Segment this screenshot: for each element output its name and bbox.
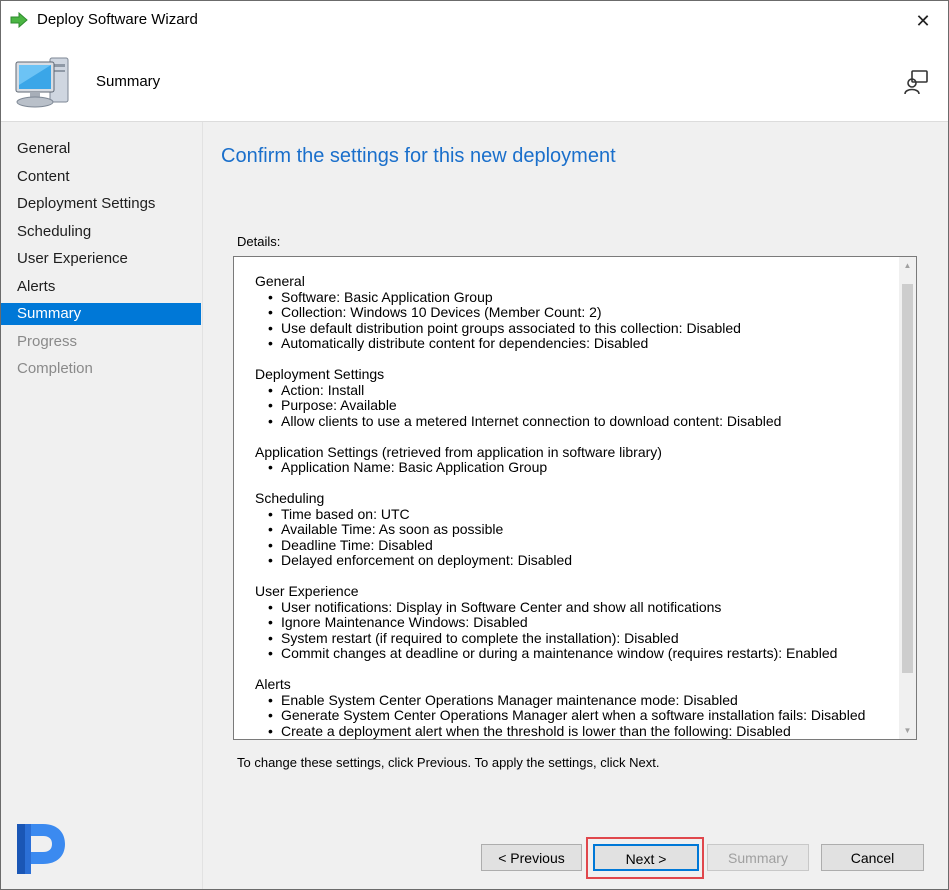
window-title: Deploy Software Wizard	[37, 11, 198, 28]
page-heading: Confirm the settings for this new deploy…	[221, 145, 616, 167]
section-title: General	[255, 273, 305, 289]
detail-item: Purpose: Available	[268, 397, 895, 414]
detail-item: Deadline Time: Disabled	[268, 537, 895, 554]
details-label: Details:	[237, 234, 281, 249]
scroll-down-icon[interactable]: ▼	[899, 722, 916, 739]
sidebar-item-alerts[interactable]: Alerts	[1, 276, 201, 298]
section-application-settings: Application Settings (retrieved from app…	[255, 443, 895, 476]
sidebar-item-progress: Progress	[17, 332, 78, 350]
detail-item: Generate System Center Operations Manage…	[268, 707, 895, 724]
detail-item: Automatically distribute content for dep…	[268, 335, 895, 352]
section-deployment-settings: Deployment Settings Action: Install Purp…	[255, 366, 895, 430]
section-title: Deployment Settings	[255, 366, 385, 382]
main-panel: Confirm the settings for this new deploy…	[203, 122, 948, 815]
help-icon[interactable]	[902, 68, 930, 96]
detail-item: Collection: Windows 10 Devices (Member C…	[268, 304, 895, 321]
detail-item: Application Name: Basic Application Grou…	[268, 459, 895, 476]
sidebar-item-deployment-settings[interactable]: Deployment Settings	[1, 193, 201, 215]
sidebar-item-summary[interactable]: Summary	[1, 303, 201, 325]
detail-item: Action: Install	[268, 382, 895, 399]
detail-item: Commit changes at deadline or during a m…	[268, 645, 895, 662]
details-content: General Software: Basic Application Grou…	[255, 273, 895, 740]
computer-icon	[15, 57, 69, 108]
sidebar-item-user-experience[interactable]: User Experience	[1, 248, 201, 270]
detail-item: System restart (if required to complete …	[268, 630, 895, 647]
section-title: Scheduling	[255, 490, 325, 506]
sidebar-item-scheduling[interactable]: Scheduling	[1, 221, 201, 243]
detail-item: Software: Basic Application Group	[268, 289, 895, 306]
section-general: General Software: Basic Application Grou…	[255, 273, 895, 352]
close-icon[interactable]: ✕	[908, 7, 938, 35]
next-button[interactable]: Next >	[593, 844, 699, 871]
sidebar-item-content[interactable]: Content	[1, 166, 201, 188]
section-title: Application Settings (retrieved from app…	[255, 443, 662, 460]
logo-icon	[17, 824, 65, 874]
summary-button: Summary	[707, 844, 809, 871]
wizard-header: Summary	[1, 41, 948, 122]
arrow-right-icon	[10, 12, 28, 28]
section-scheduling: Scheduling Time based on: UTC Available …	[255, 490, 895, 569]
title-bar: Deploy Software Wizard ✕	[1, 1, 948, 41]
wizard-window: Deploy Software Wizard ✕ Summary General…	[0, 0, 949, 890]
previous-button[interactable]: < Previous	[481, 844, 582, 871]
page-subtitle: Summary	[96, 73, 161, 90]
detail-item: Available Time: As soon as possible	[268, 521, 895, 538]
wizard-steps-sidebar: General Content Deployment Settings Sche…	[1, 122, 203, 889]
detail-item: Time based on: UTC	[268, 506, 895, 523]
detail-item: Use default distribution point groups as…	[268, 320, 895, 337]
instruction-text: To change these settings, click Previous…	[237, 755, 660, 770]
sidebar-item-general[interactable]: General	[1, 138, 201, 160]
details-scrollbar[interactable]: ▲ ▼	[899, 257, 916, 739]
detail-item: Enable System Center Operations Manager …	[268, 692, 895, 709]
section-title: Alerts	[255, 676, 291, 692]
scroll-up-icon[interactable]: ▲	[899, 257, 916, 274]
scrollbar-thumb[interactable]	[902, 284, 913, 673]
detail-item: Create a deployment alert when the thres…	[268, 723, 895, 740]
detail-item: Ignore Maintenance Windows: Disabled	[268, 614, 895, 631]
section-alerts: Alerts Enable System Center Operations M…	[255, 676, 895, 740]
detail-item: Allow clients to use a metered Internet …	[268, 413, 895, 430]
sidebar-item-completion: Completion	[17, 360, 93, 377]
button-bar: < Previous Next > Summary Cancel	[203, 815, 948, 889]
detail-item: Delayed enforcement on deployment: Disab…	[268, 552, 895, 569]
details-textbox[interactable]: General Software: Basic Application Grou…	[233, 256, 917, 740]
detail-item: User notifications: Display in Software …	[268, 599, 895, 616]
section-title: User Experience	[255, 583, 359, 599]
section-user-experience: User Experience User notifications: Disp…	[255, 583, 895, 662]
cancel-button[interactable]: Cancel	[821, 844, 924, 871]
